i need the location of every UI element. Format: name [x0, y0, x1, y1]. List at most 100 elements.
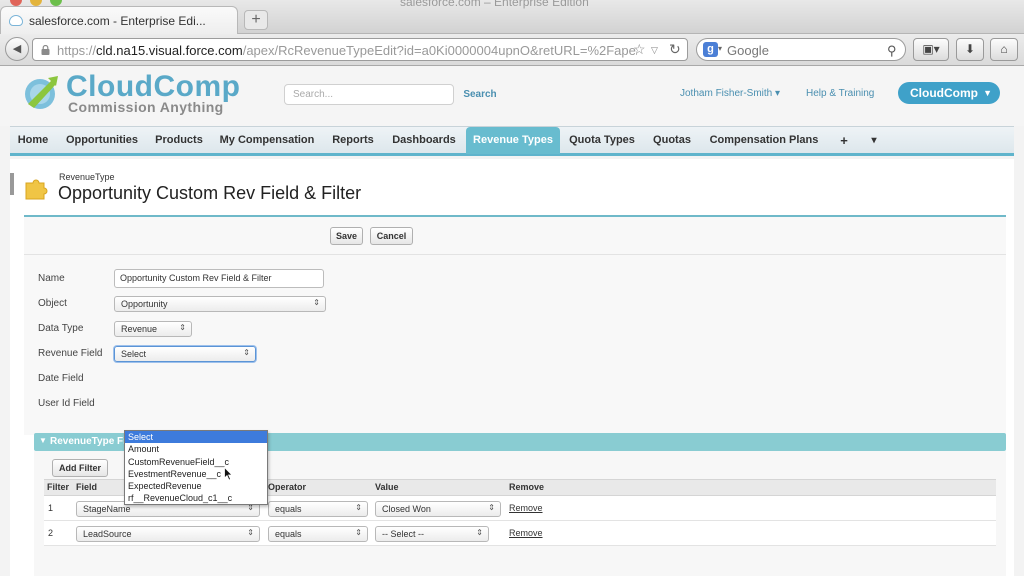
column-header-value: Value — [375, 482, 399, 492]
url-text: https://cld.na15.visual.force.com/apex/R… — [57, 43, 637, 58]
select-arrows-icon: ⇕ — [243, 348, 250, 357]
filter-value-select[interactable]: -- Select -- ⇕ — [375, 526, 489, 542]
remove-filter-link[interactable]: Remove — [509, 503, 543, 513]
tab-my-compensation[interactable]: My Compensation — [210, 127, 324, 154]
back-button[interactable]: ◀ — [5, 37, 29, 61]
main-content: RevenueType Opportunity Custom Rev Field… — [10, 159, 1014, 576]
object-label: Object — [38, 298, 67, 309]
select-arrows-icon: ⇕ — [488, 503, 495, 512]
chevron-down-icon: ▾ — [775, 88, 781, 99]
reader-button[interactable]: ▣▾ — [913, 38, 949, 61]
column-header-filter: Filter — [47, 482, 70, 492]
cloudcomp-logo-icon — [25, 76, 58, 109]
puzzle-icon — [25, 179, 48, 200]
search-engine-box[interactable]: g ▾ Google ⚲ — [696, 38, 906, 61]
option-select[interactable]: Select — [125, 431, 267, 444]
tab-home[interactable]: Home — [10, 127, 56, 154]
select-arrows-icon: ⇕ — [247, 528, 254, 537]
table-row: 2 LeadSource ⇕ equals ⇕ -- Select -- ⇕ Remo… — [44, 521, 996, 546]
download-icon: ⬇ — [964, 42, 976, 56]
revenue-field-label: Revenue Field — [38, 348, 103, 359]
reader-icon: ▣▾ — [922, 42, 940, 56]
select-arrows-icon: ⇕ — [313, 298, 320, 307]
screen: salesforce.com – Enterprise Edition sale… — [0, 0, 1024, 576]
name-label: Name — [38, 273, 65, 284]
browser-title-bar: salesforce.com – Enterprise Edition sale… — [0, 0, 1024, 34]
chevron-down-icon[interactable]: ▾ — [862, 127, 886, 154]
search-button[interactable]: Search — [458, 84, 502, 105]
sidebar-handle[interactable] — [10, 173, 14, 195]
tab-opportunities[interactable]: Opportunities — [56, 127, 148, 154]
column-header-field: Field — [76, 482, 98, 492]
page-title: Opportunity Custom Rev Field & Filter — [58, 183, 362, 203]
tab-revenue-types[interactable]: Revenue Types — [466, 127, 560, 154]
detail-section: Name Opportunity Custom Rev Field & Filt… — [24, 255, 1006, 435]
date-field-label: Date Field — [38, 373, 84, 384]
tab-products[interactable]: Products — [148, 127, 210, 154]
collapse-triangle-icon[interactable]: ▼ — [39, 436, 47, 445]
tab-dashboards[interactable]: Dashboards — [382, 127, 466, 154]
select-arrows-icon: ⇕ — [476, 528, 483, 537]
all-tabs-plus-icon[interactable]: + — [828, 127, 860, 154]
window-title: salesforce.com – Enterprise Edition — [400, 0, 589, 9]
home-icon: ⌂ — [1000, 42, 1008, 56]
option-evestment-revenue[interactable]: EvestmentRevenue__c — [125, 468, 267, 480]
save-button[interactable]: Save — [330, 227, 363, 245]
home-button[interactable]: ⌂ — [990, 38, 1018, 61]
browser-tab-title: salesforce.com - Enterprise Edi... — [29, 14, 206, 28]
tab-bar: Home Opportunities Products My Compensat… — [10, 126, 1014, 156]
bookmark-star-icon[interactable]: ☆ — [633, 41, 646, 58]
tab-compensation-plans[interactable]: Compensation Plans — [702, 127, 826, 154]
url-dropdown-icon[interactable]: ▽ — [651, 45, 658, 56]
browser-toolbar: ◀ https://cld.na15.visual.force.com/apex… — [0, 34, 1024, 66]
option-amount[interactable]: Amount — [125, 443, 267, 455]
filter-number: 2 — [48, 528, 54, 538]
chevron-down-icon: ▼ — [983, 88, 992, 98]
user-id-field-label: User Id Field — [38, 398, 95, 409]
mouse-cursor-icon — [224, 467, 233, 481]
filter-field-select[interactable]: LeadSource ⇕ — [76, 526, 260, 542]
cloud-icon — [9, 15, 23, 26]
option-expected-revenue[interactable]: ExpectedRevenue — [125, 480, 267, 492]
browser-tab[interactable]: salesforce.com - Enterprise Edi... — [0, 6, 238, 34]
revenue-field-options: Select Amount CustomRevenueField__c Eves… — [124, 430, 268, 505]
select-arrows-icon: ⇕ — [179, 323, 186, 332]
filter-operator-select[interactable]: equals ⇕ — [268, 526, 368, 542]
reload-icon[interactable]: ↻ — [669, 41, 681, 58]
chevron-down-icon: ▾ — [718, 44, 723, 53]
lock-icon — [41, 45, 50, 55]
button-row: Save Cancel — [24, 217, 1006, 255]
app-menu-button[interactable]: CloudComp ▼ — [898, 82, 1000, 104]
tab-quotas[interactable]: Quotas — [642, 127, 702, 154]
select-arrows-icon: ⇕ — [355, 528, 362, 537]
back-arrow-icon: ◀ — [12, 43, 22, 55]
tab-quota-types[interactable]: Quota Types — [562, 127, 642, 154]
filter-number: 1 — [48, 503, 54, 513]
column-header-operator: Operator — [268, 482, 307, 492]
user-menu[interactable]: Jotham Fisher-Smith ▾ — [680, 88, 780, 99]
filter-value-select[interactable]: Closed Won ⇕ — [375, 501, 501, 517]
web-page: CloudComp Commission Anything Search... … — [0, 66, 1024, 576]
search-icon: ⚲ — [887, 43, 897, 58]
add-filter-button[interactable]: Add Filter — [52, 459, 108, 477]
option-revenue-cloud[interactable]: rf__RevenueCloud_c1__c — [125, 492, 267, 504]
search-engine-label: Google — [727, 43, 769, 58]
cancel-button[interactable]: Cancel — [370, 227, 413, 245]
remove-filter-link[interactable]: Remove — [509, 528, 543, 538]
new-tab-button[interactable]: + — [244, 10, 268, 30]
breadcrumb: RevenueType — [59, 172, 115, 182]
data-type-select[interactable]: Revenue ⇕ — [114, 321, 192, 337]
search-input[interactable]: Search... — [284, 84, 454, 105]
google-icon: g — [703, 42, 718, 57]
revenue-field-select[interactable]: Select ⇕ — [114, 346, 256, 362]
tab-reports[interactable]: Reports — [324, 127, 382, 154]
name-field[interactable]: Opportunity Custom Rev Field & Filter — [114, 269, 324, 288]
filter-operator-select[interactable]: equals ⇕ — [268, 501, 368, 517]
help-link[interactable]: Help & Training — [806, 88, 874, 99]
downloads-button[interactable]: ⬇ — [956, 38, 984, 61]
option-custom-revenue-field[interactable]: CustomRevenueField__c — [125, 456, 267, 468]
object-select[interactable]: Opportunity ⇕ — [114, 296, 326, 312]
app-header: CloudComp Commission Anything Search... … — [0, 66, 1024, 126]
address-bar[interactable]: https://cld.na15.visual.force.com/apex/R… — [32, 38, 688, 61]
logo-tagline: Commission Anything — [68, 99, 224, 115]
